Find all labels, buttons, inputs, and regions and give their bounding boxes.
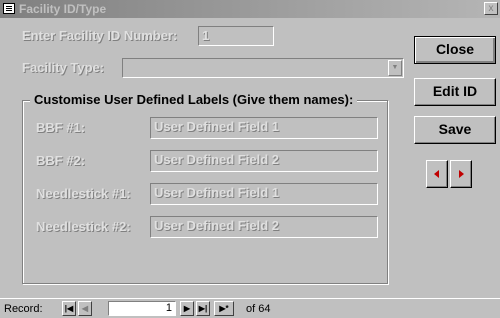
previous-button[interactable] xyxy=(426,160,448,188)
record-navigation-bar: Record: |◀ ◀ 1 ▶ ▶| ▶* of 64 xyxy=(0,298,500,318)
chevron-down-icon[interactable]: ▼ xyxy=(388,60,402,76)
needlestick1-field[interactable]: User Defined Field 1 xyxy=(150,183,378,205)
facility-type-label: Facility Type: xyxy=(22,60,105,75)
window-title: Facility ID/Type xyxy=(19,2,107,16)
title-bar: Facility ID/Type x xyxy=(0,0,500,18)
facility-id-field[interactable]: 1 xyxy=(198,26,274,46)
close-button[interactable]: Close xyxy=(414,36,496,64)
facility-id-label: Enter Facility ID Number: xyxy=(22,28,178,43)
record-total: of 64 xyxy=(246,303,271,315)
current-record-field[interactable]: 1 xyxy=(108,301,176,316)
previous-record-button[interactable]: ◀ xyxy=(78,301,92,316)
triangle-left-icon xyxy=(434,170,439,178)
record-label: Record: xyxy=(4,303,43,315)
window-close-button[interactable]: x xyxy=(484,2,498,15)
triangle-right-icon xyxy=(459,170,464,178)
group-title: Customise User Defined Labels (Give them… xyxy=(30,92,358,107)
bbf2-field[interactable]: User Defined Field 2 xyxy=(150,150,378,172)
last-record-button[interactable]: ▶| xyxy=(196,301,210,316)
bbf1-label: BBF #1: xyxy=(36,120,86,135)
next-record-button[interactable]: ▶ xyxy=(180,301,194,316)
bbf1-field[interactable]: User Defined Field 1 xyxy=(150,117,378,139)
needlestick1-label: Needlestick #1: xyxy=(36,186,131,201)
next-button[interactable] xyxy=(450,160,472,188)
needlestick2-label: Needlestick #2: xyxy=(36,219,131,234)
first-record-button[interactable]: |◀ xyxy=(62,301,76,316)
facility-form: Enter Facility ID Number: 1 Facility Typ… xyxy=(0,18,500,298)
bbf2-label: BBF #2: xyxy=(36,153,86,168)
needlestick2-field[interactable]: User Defined Field 2 xyxy=(150,216,378,238)
save-button[interactable]: Save xyxy=(414,116,496,144)
edit-id-button[interactable]: Edit ID xyxy=(414,78,496,106)
facility-type-select[interactable]: ▼ xyxy=(122,58,404,78)
new-record-button[interactable]: ▶* xyxy=(214,301,234,316)
form-icon xyxy=(3,3,15,14)
